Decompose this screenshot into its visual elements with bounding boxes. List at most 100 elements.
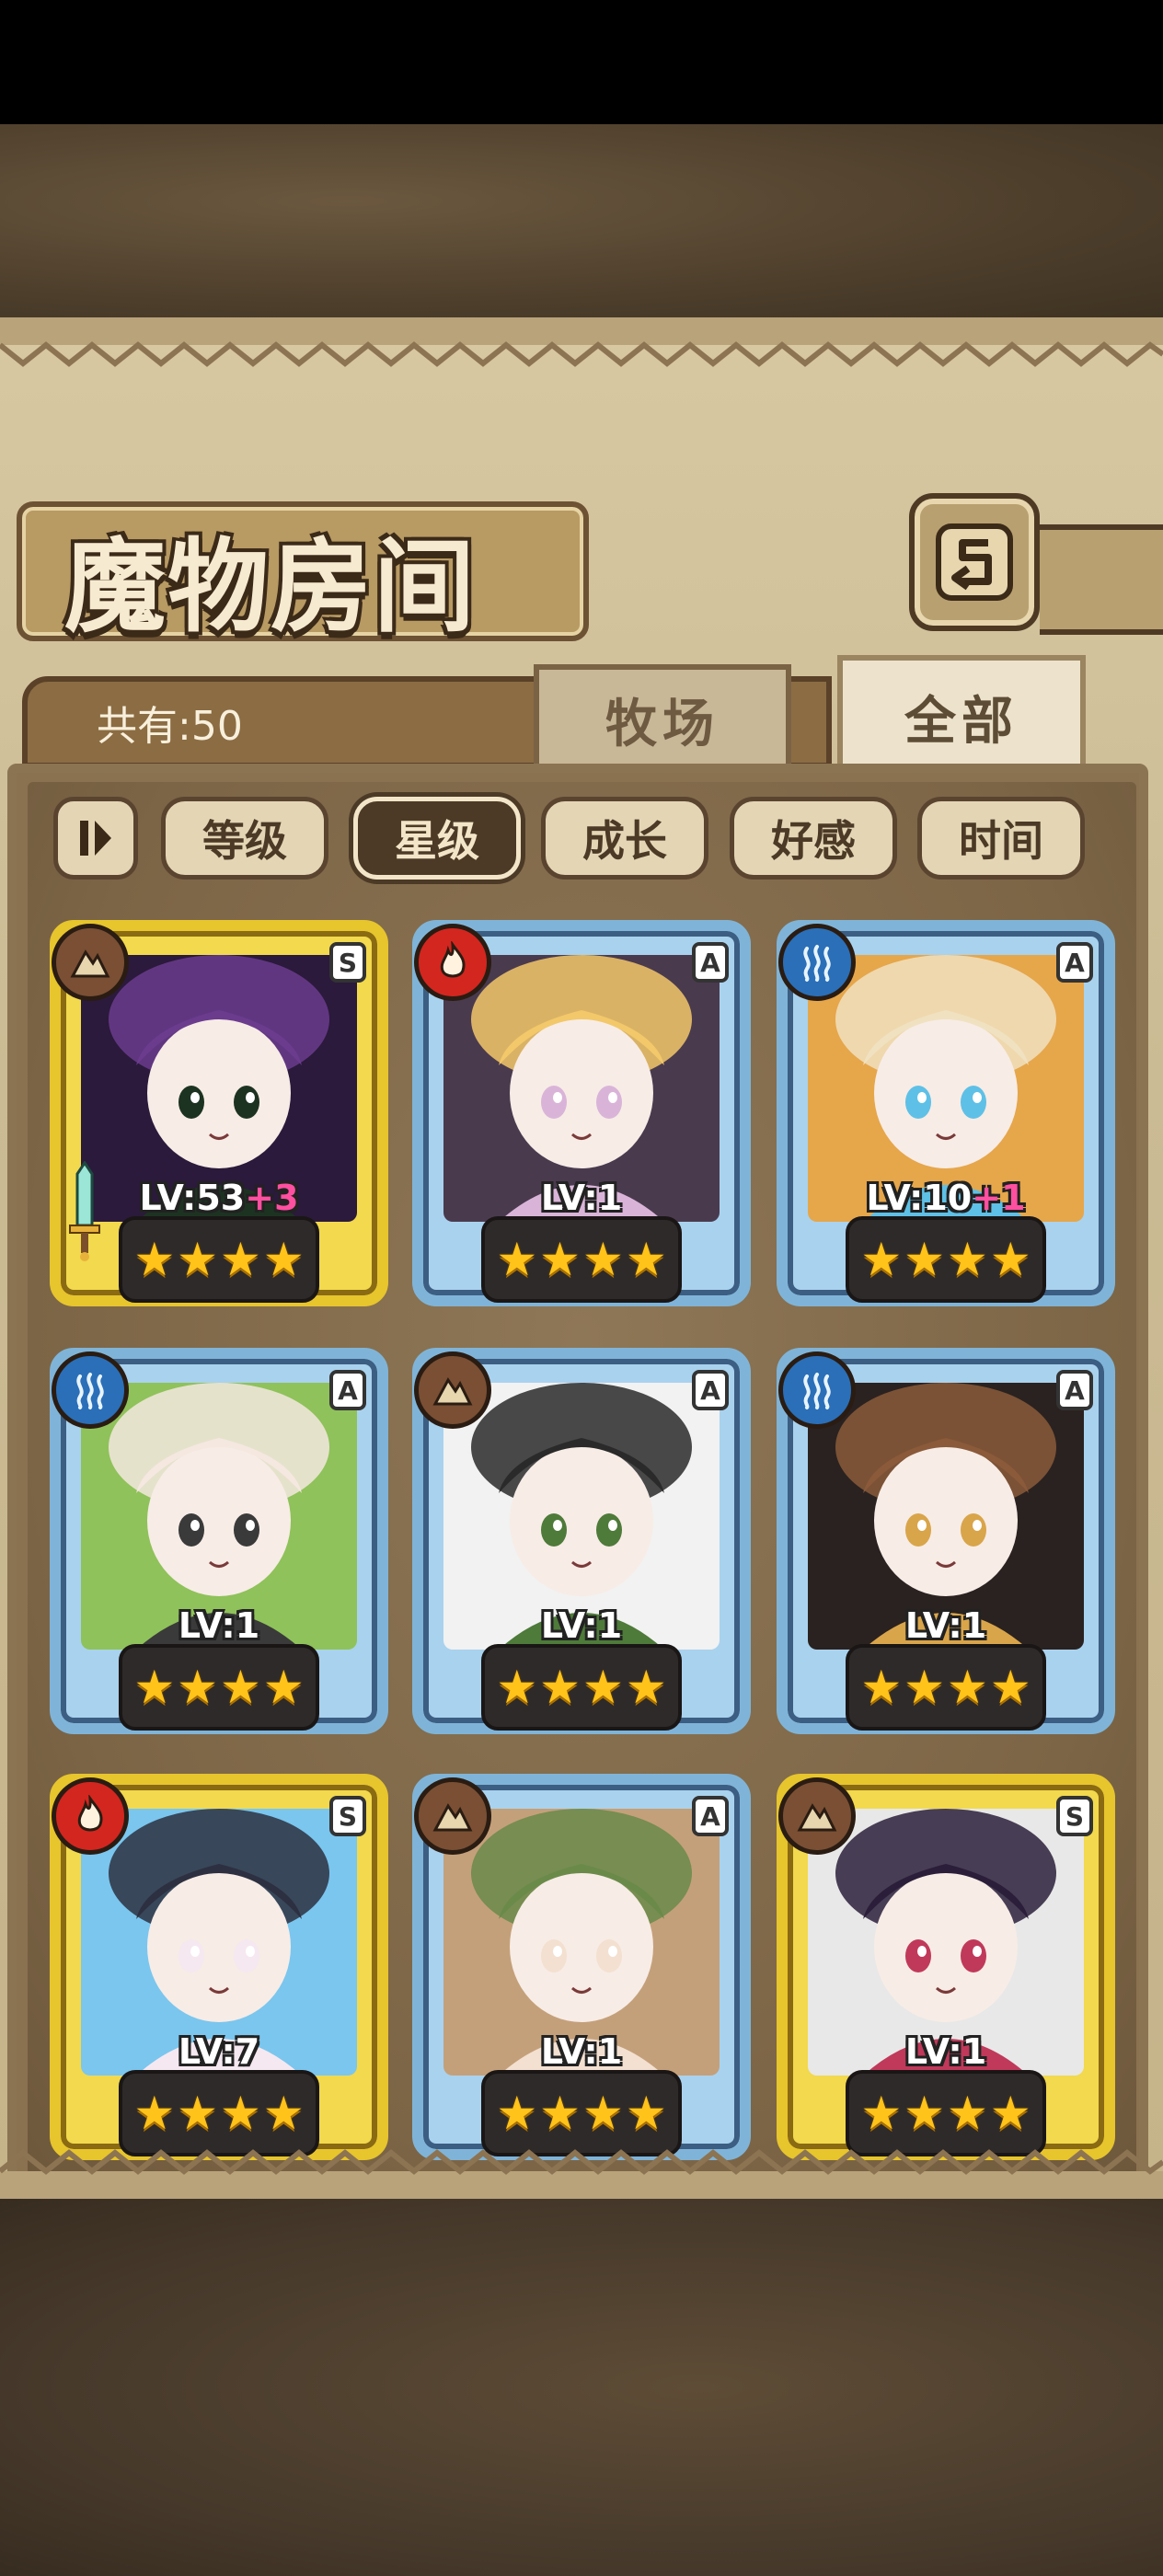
level-label: LV:10+1 <box>788 1178 1104 1218</box>
monster-count: 共有:50 <box>97 703 243 750</box>
sort-button-star[interactable]: 星级 <box>353 797 521 880</box>
monster-card[interactable]: S LV:1 ★ ★ ★ ★ <box>777 1774 1115 2160</box>
map-background-bottom <box>0 2199 1163 2576</box>
star-icon: ★ <box>904 2087 945 2140</box>
rank-badge: A <box>692 1796 729 1836</box>
earth-element-icon <box>414 1777 491 1855</box>
fire-element-icon <box>414 924 491 1001</box>
sort-button-growth[interactable]: 成长 <box>541 797 708 880</box>
star-icon: ★ <box>860 2087 903 2140</box>
star-icon: ★ <box>262 1233 305 1286</box>
level-text: LV:10 <box>866 1178 973 1218</box>
fire-element-icon <box>52 1777 129 1855</box>
star-icon: ★ <box>625 2087 667 2140</box>
star-icon: ★ <box>133 2087 176 2140</box>
map-background-top <box>0 124 1163 317</box>
level-label: LV:1 <box>423 1178 740 1218</box>
zigzag-border-top <box>0 317 1163 367</box>
star-rating: ★ ★ ★ ★ <box>119 1644 319 1731</box>
monster-card[interactable]: A LV:1 ★ ★ ★ ★ <box>412 1774 751 2160</box>
level-text: LV:1 <box>540 1178 623 1218</box>
rank-badge: A <box>692 942 729 983</box>
star-icon: ★ <box>262 2087 305 2140</box>
level-bonus: +3 <box>245 1178 299 1218</box>
level-text: LV:1 <box>178 1605 260 1646</box>
monster-card[interactable]: S LV:7 ★ ★ ★ ★ <box>50 1774 388 2160</box>
earth-element-icon <box>414 1351 491 1429</box>
level-label: LV:1 <box>61 1605 377 1646</box>
star-icon: ★ <box>220 1233 261 1286</box>
sort-toggle-icon <box>80 821 111 856</box>
star-icon: ★ <box>582 1661 624 1714</box>
monster-card[interactable]: A LV:1 ★ ★ ★ ★ <box>777 1348 1115 1734</box>
tab-all[interactable]: 全部 <box>837 655 1086 779</box>
star-icon: ★ <box>496 1661 538 1714</box>
sort-button-level[interactable]: 等级 <box>161 797 328 880</box>
level-bonus: +1 <box>972 1178 1026 1218</box>
rank-badge: S <box>329 1796 366 1836</box>
monster-card[interactable]: S LV:53+3 ★ ★ ★ ★ <box>50 920 388 1306</box>
rank-badge: A <box>1056 942 1093 983</box>
rank-badge: A <box>329 1370 366 1410</box>
level-label: LV:7 <box>61 2031 377 2072</box>
rank-badge: A <box>1056 1370 1093 1410</box>
earth-element-icon <box>52 924 129 1001</box>
star-icon: ★ <box>625 1233 667 1286</box>
water-element-icon <box>52 1351 129 1429</box>
level-label: LV:1 <box>788 2031 1104 2072</box>
monster-card[interactable]: A LV:1 ★ ★ ★ ★ <box>412 1348 751 1734</box>
star-icon: ★ <box>496 2087 538 2140</box>
star-icon: ★ <box>133 1233 176 1286</box>
star-icon: ★ <box>989 1661 1031 1714</box>
star-rating: ★ ★ ★ ★ <box>846 1644 1046 1731</box>
rank-badge: S <box>329 942 366 983</box>
level-text: LV:1 <box>540 2031 623 2072</box>
star-icon: ★ <box>947 1233 988 1286</box>
star-rating: ★ ★ ★ ★ <box>481 1216 682 1303</box>
star-icon: ★ <box>947 2087 988 2140</box>
star-icon: ★ <box>904 1233 945 1286</box>
star-icon: ★ <box>989 2087 1031 2140</box>
zigzag-border-bottom <box>0 2149 1163 2199</box>
star-icon: ★ <box>220 1661 261 1714</box>
star-rating: ★ ★ ★ ★ <box>119 1216 319 1303</box>
status-bar <box>0 0 1163 124</box>
star-rating: ★ ★ ★ ★ <box>481 1644 682 1731</box>
star-icon: ★ <box>539 2087 581 2140</box>
star-icon: ★ <box>625 1661 667 1714</box>
sort-button-time[interactable]: 时间 <box>917 797 1085 880</box>
star-icon: ★ <box>539 1233 581 1286</box>
rank-badge: S <box>1056 1796 1093 1836</box>
star-icon: ★ <box>947 1661 988 1714</box>
back-button-extension <box>1040 524 1163 635</box>
star-icon: ★ <box>539 1661 581 1714</box>
level-text: LV:53 <box>139 1178 246 1218</box>
sort-button-affection[interactable]: 好感 <box>730 797 897 880</box>
star-icon: ★ <box>989 1233 1031 1286</box>
earth-element-icon <box>778 1777 856 1855</box>
sort-order-toggle-button[interactable] <box>53 797 138 880</box>
level-label: LV:1 <box>423 1605 740 1646</box>
star-icon: ★ <box>133 1661 176 1714</box>
level-text: LV:7 <box>178 2031 260 2072</box>
star-icon: ★ <box>177 1661 218 1714</box>
star-icon: ★ <box>496 1233 538 1286</box>
star-icon: ★ <box>177 2087 218 2140</box>
water-element-icon <box>778 1351 856 1429</box>
star-rating: ★ ★ ★ ★ <box>846 1216 1046 1303</box>
back-button[interactable] <box>909 493 1040 631</box>
back-arrow-icon <box>936 523 1013 601</box>
level-label: LV:1 <box>788 1605 1104 1646</box>
star-icon: ★ <box>860 1233 903 1286</box>
star-icon: ★ <box>904 1661 945 1714</box>
monster-card[interactable]: A LV:10+1 ★ ★ ★ ★ <box>777 920 1115 1306</box>
monster-card[interactable]: A LV:1 ★ ★ ★ ★ <box>50 1348 388 1734</box>
star-icon: ★ <box>220 2087 261 2140</box>
page-title: 魔物房间 <box>64 527 477 646</box>
tab-pasture[interactable]: 牧场 <box>534 664 791 775</box>
level-label: LV:1 <box>423 2031 740 2072</box>
rank-badge: A <box>692 1370 729 1410</box>
monster-card[interactable]: A LV:1 ★ ★ ★ ★ <box>412 920 751 1306</box>
level-text: LV:1 <box>904 2031 987 2072</box>
star-icon: ★ <box>177 1233 218 1286</box>
